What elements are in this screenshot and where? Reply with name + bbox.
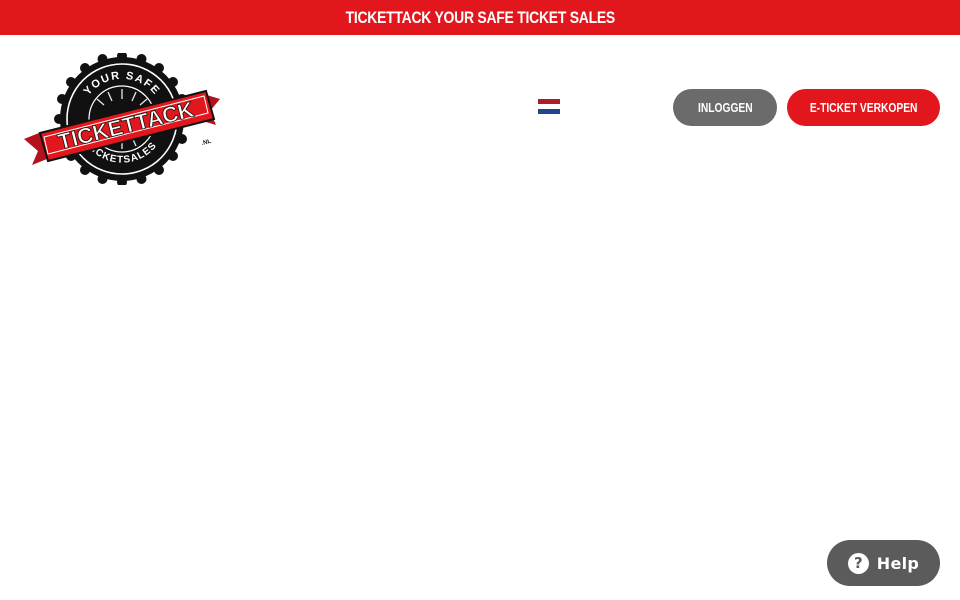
- site-header: YOUR SAFE TICKETSALES TICKETTACK .NL INL…: [0, 35, 960, 195]
- question-circle-icon: ?: [847, 552, 869, 574]
- netherlands-flag-icon[interactable]: [538, 99, 560, 114]
- tickettack-logo[interactable]: YOUR SAFE TICKETSALES TICKETTACK .NL: [22, 51, 224, 187]
- help-button[interactable]: ? Help: [827, 540, 940, 586]
- svg-text:.NL: .NL: [201, 139, 212, 147]
- login-button-label: INLOGGEN: [697, 100, 753, 115]
- top-banner: TICKETTACK YOUR SAFE TICKET SALES: [0, 0, 960, 35]
- sell-eticket-button[interactable]: E-TICKET VERKOPEN: [787, 89, 940, 126]
- sell-eticket-button-label: E-TICKET VERKOPEN: [809, 100, 918, 115]
- help-button-label: Help: [876, 553, 920, 573]
- login-button[interactable]: INLOGGEN: [673, 89, 777, 126]
- top-banner-text: TICKETTACK YOUR SAFE TICKET SALES: [345, 7, 615, 27]
